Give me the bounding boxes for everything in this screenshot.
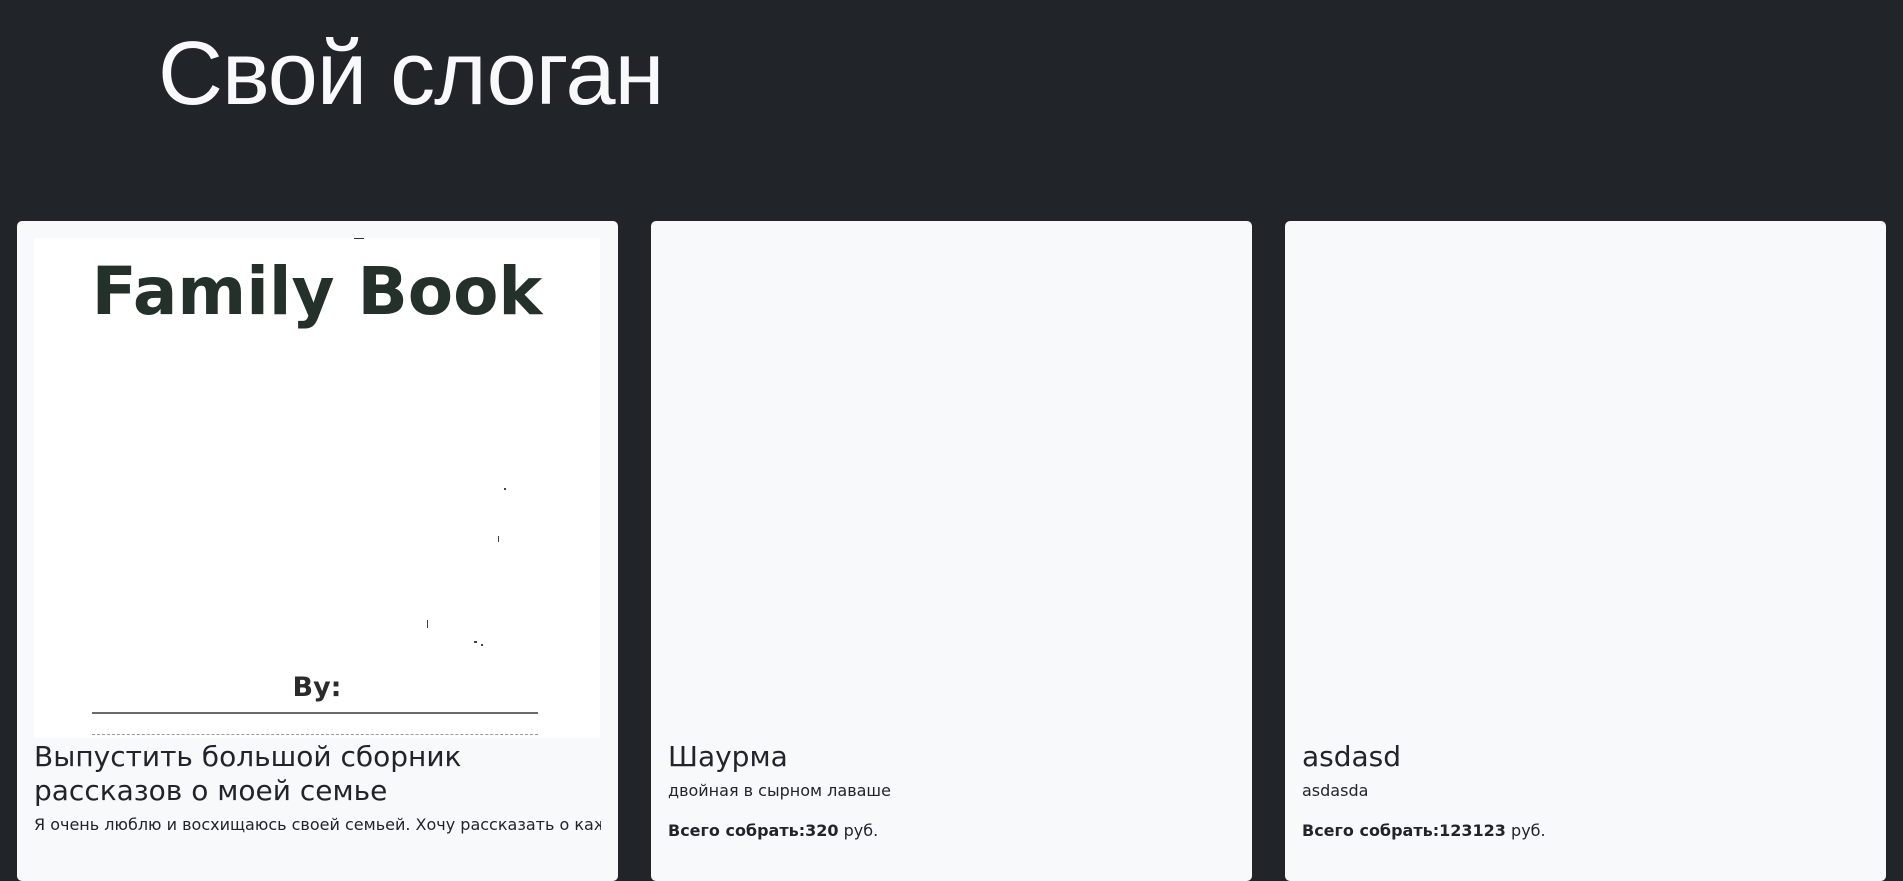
goal-unit: руб.: [1511, 821, 1546, 840]
card-description: Я очень люблю и восхищаюсь своей семьей.…: [34, 815, 601, 834]
project-card[interactable]: Шаурма двойная в сырном лаваше Всего соб…: [651, 221, 1252, 881]
card-goal: Всего собрать:123123 руб.: [1302, 820, 1869, 842]
goal-label: Всего собрать:: [1302, 821, 1440, 840]
card-title[interactable]: asdasd: [1302, 737, 1869, 774]
card-body: Выпустить большой сборник рассказов о мо…: [34, 737, 601, 836]
goal-label: Всего собрать:: [668, 821, 806, 840]
image-speck: [481, 644, 483, 646]
image-speck: [498, 536, 499, 542]
image-book-line: [92, 712, 538, 714]
project-cards: Family Book By: Выпустить большой сборни…: [17, 221, 1886, 881]
image-speck: [474, 641, 477, 643]
card-description: двойная в сырном лаваше: [668, 781, 891, 800]
goal-unit: руб.: [843, 821, 879, 840]
image-book-title: Family Book: [91, 253, 543, 330]
image-book-dashed-line: [92, 734, 538, 735]
card-body: asdasd asdasda Всего собрать:123123 руб.: [1302, 737, 1869, 842]
project-card[interactable]: Family Book By: Выпустить большой сборни…: [17, 221, 618, 881]
card-goal: Всего собрать:320 руб.: [668, 820, 1235, 842]
project-card[interactable]: asdasd asdasda Всего собрать:123123 руб.: [1285, 221, 1886, 881]
image-speck: [427, 620, 428, 628]
image-book-by: By:: [292, 672, 342, 703]
goal-value: 320: [805, 821, 839, 840]
card-title[interactable]: Шаурма: [668, 737, 1235, 774]
card-title[interactable]: Выпустить большой сборник рассказов о мо…: [34, 737, 601, 808]
image-speck: [504, 488, 506, 490]
page-title: Свой слоган: [158, 24, 664, 124]
header: Свой слоган: [0, 0, 1903, 220]
card-description: asdasda: [1302, 781, 1369, 800]
goal-value: 123123: [1439, 821, 1506, 840]
image-mark: [354, 238, 364, 239]
card-body: Шаурма двойная в сырном лаваше Всего соб…: [668, 737, 1235, 842]
project-image[interactable]: Family Book By:: [34, 238, 600, 738]
